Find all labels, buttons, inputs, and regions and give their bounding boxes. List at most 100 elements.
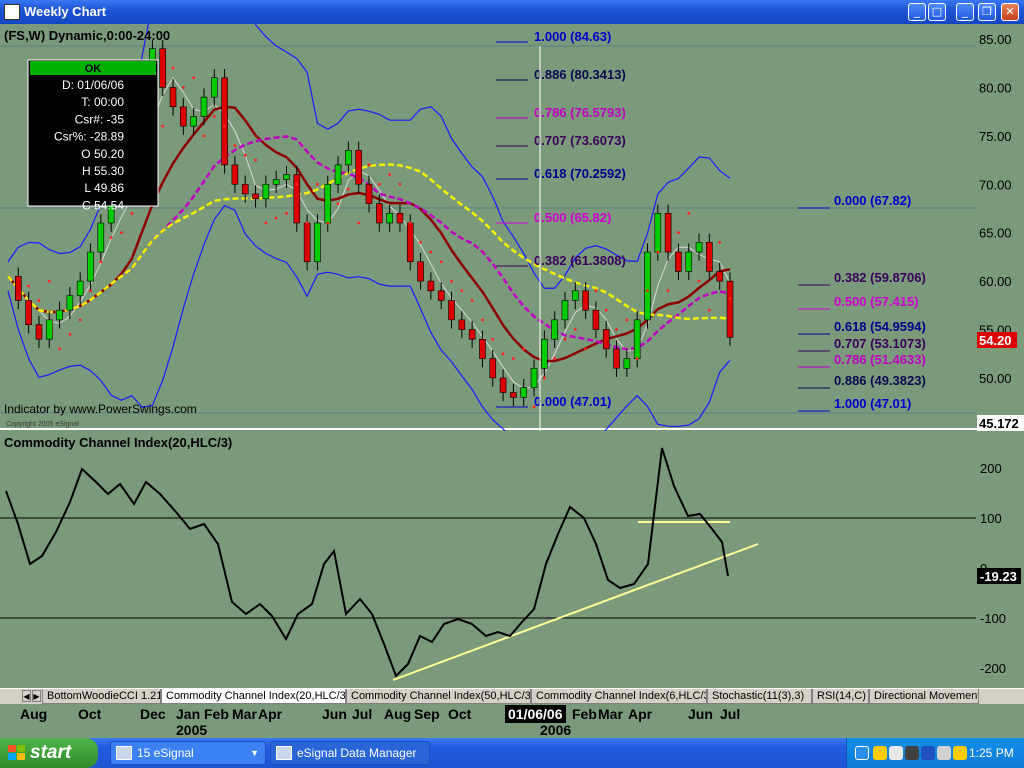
sar-dot bbox=[326, 221, 330, 225]
speaker-icon[interactable] bbox=[937, 746, 951, 760]
arrow-expand-icon[interactable] bbox=[855, 746, 869, 760]
start-label: start bbox=[30, 742, 72, 763]
sar-dot bbox=[615, 328, 618, 331]
candle bbox=[582, 290, 589, 311]
month-label: Mar bbox=[232, 706, 257, 722]
candle bbox=[169, 87, 177, 108]
sar-dot bbox=[718, 240, 722, 244]
candle bbox=[293, 174, 301, 224]
cci-tick-label: -100 bbox=[980, 611, 1006, 626]
sar-dot bbox=[78, 318, 82, 322]
inner-minimize-button[interactable]: _ bbox=[956, 3, 974, 21]
svg-text:54.20: 54.20 bbox=[979, 333, 1012, 348]
sar-dot bbox=[439, 260, 443, 264]
app-icon bbox=[4, 4, 20, 20]
month-label: Aug bbox=[20, 706, 48, 722]
candle bbox=[15, 275, 22, 301]
shield-icon[interactable] bbox=[873, 746, 887, 760]
sar-dot bbox=[68, 332, 72, 336]
month-label: Jun bbox=[322, 706, 347, 722]
month-label: Oct bbox=[448, 706, 472, 722]
price-tick-label: 75.00 bbox=[979, 129, 1012, 144]
sar-dot bbox=[625, 318, 629, 322]
sar-dot bbox=[460, 289, 464, 293]
fib-label: 0.000 (67.82) bbox=[834, 193, 911, 208]
month-label: Sep bbox=[414, 706, 440, 722]
fib-label: 0.786 (76.5793) bbox=[534, 105, 626, 120]
sar-dot bbox=[491, 337, 495, 341]
tab-stochastic[interactable]: Stochastic(11(3),3) bbox=[707, 689, 812, 704]
month-label: Oct bbox=[78, 706, 102, 722]
month-label: Feb bbox=[204, 706, 229, 722]
start-button[interactable]: start bbox=[0, 738, 98, 768]
tab-bottomwoodiecci[interactable]: BottomWoodieCCI 1.21 bbox=[42, 689, 161, 704]
last-price-marker: 54.20 bbox=[977, 332, 1017, 348]
sar-dot bbox=[398, 182, 402, 186]
fib-label: 0.500 (57.415) bbox=[834, 294, 919, 309]
taskbar-item-esignal[interactable]: 15 eSignal ▼ bbox=[110, 741, 266, 765]
tab-scroll-left-icon[interactable]: ◀ bbox=[22, 690, 31, 702]
esignal-app-icon bbox=[116, 746, 132, 760]
close-button[interactable]: ✕ bbox=[1001, 3, 1019, 21]
tab-cci-50[interactable]: Commodity Channel Index(50,HLC/3) bbox=[346, 689, 531, 704]
maximize-button[interactable]: □ bbox=[928, 3, 946, 21]
info-row: Csr%: -28.89 bbox=[54, 130, 124, 144]
sar-dot bbox=[223, 124, 227, 128]
candle bbox=[396, 213, 404, 224]
cci-tick-label: 200 bbox=[980, 461, 1002, 476]
sar-dot bbox=[161, 124, 165, 128]
candle bbox=[448, 300, 455, 321]
sar-dot bbox=[357, 221, 361, 225]
candle bbox=[241, 183, 249, 195]
candle bbox=[221, 77, 228, 166]
candle bbox=[654, 213, 662, 253]
info-row: D: 01/06/06 bbox=[62, 78, 124, 92]
price-tick-label: 50.00 bbox=[979, 371, 1012, 386]
candle bbox=[97, 222, 105, 253]
fib-label: 0.707 (73.6073) bbox=[534, 133, 626, 148]
candle bbox=[571, 290, 579, 301]
tab-cci-6[interactable]: Commodity Channel Index(6,HLC/3) bbox=[531, 689, 707, 704]
candle bbox=[200, 96, 208, 117]
restore-button[interactable]: ❐ bbox=[978, 3, 996, 21]
tab-directional-movement[interactable]: Directional Movement bbox=[869, 689, 979, 704]
info-row: Csr#: -35 bbox=[75, 112, 125, 126]
taskbar: start 15 eSignal ▼ eSignal Data Manager … bbox=[0, 738, 1024, 768]
sar-dot bbox=[522, 347, 526, 351]
network-icon[interactable] bbox=[889, 746, 903, 760]
sar-dot bbox=[89, 289, 92, 293]
sar-dot bbox=[584, 347, 587, 351]
chart-area[interactable]: 1.000 (84.63) 0.886 (80.3413) 0.786 (76.57… bbox=[0, 24, 1024, 688]
sar-dot bbox=[27, 284, 31, 288]
candle bbox=[417, 261, 424, 282]
printer-icon[interactable] bbox=[905, 746, 919, 760]
cci-tick-label: -200 bbox=[980, 661, 1006, 676]
window-title: Weekly Chart bbox=[24, 4, 107, 19]
month-label: Mar bbox=[598, 706, 623, 722]
candle bbox=[355, 150, 362, 185]
candle bbox=[675, 251, 682, 272]
window-titlebar[interactable]: Weekly Chart _ □ _ ❐ ✕ bbox=[0, 0, 1024, 24]
security-alert-icon[interactable] bbox=[953, 746, 967, 760]
candle bbox=[716, 271, 723, 282]
info-row: O 50.20 bbox=[81, 147, 124, 161]
minimize-button[interactable]: _ bbox=[908, 3, 926, 21]
taskbar-item-data-manager[interactable]: eSignal Data Manager bbox=[270, 741, 430, 765]
sar-dot bbox=[254, 158, 257, 162]
price-tick-label: 65.00 bbox=[979, 226, 1012, 241]
indicator-credit[interactable]: Indicator by www.PowerSwings.com bbox=[4, 402, 197, 416]
monitor-icon[interactable] bbox=[921, 746, 935, 760]
sar-dot bbox=[573, 328, 577, 331]
month-label: Apr bbox=[258, 706, 283, 722]
candle bbox=[644, 251, 651, 321]
sar-dot bbox=[450, 279, 453, 283]
info-row: T: 00:00 bbox=[81, 95, 124, 109]
month-label: Aug bbox=[384, 706, 412, 722]
sar-dot bbox=[367, 163, 371, 167]
tab-cci-20[interactable]: Commodity Channel Index(20,HLC/3) bbox=[161, 689, 346, 704]
price-chart-svg[interactable]: 1.000 (84.63) 0.886 (80.3413) 0.786 (76.57… bbox=[0, 24, 1024, 688]
sar-dot bbox=[687, 211, 691, 215]
taskbar-item-label: eSignal Data Manager bbox=[297, 746, 417, 760]
tab-rsi[interactable]: RSI(14,C) bbox=[812, 689, 869, 704]
tab-scroll-right-icon[interactable]: ▶ bbox=[32, 690, 41, 702]
